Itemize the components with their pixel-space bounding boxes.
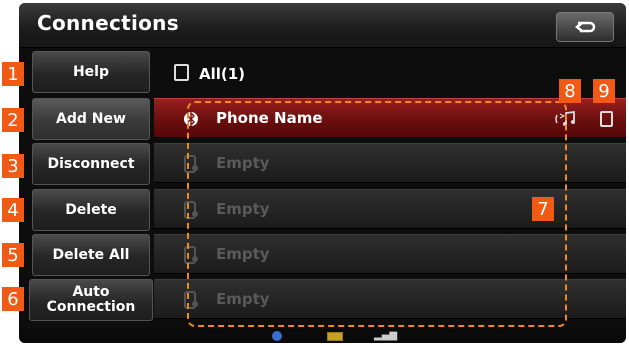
bluetooth-status-icon (272, 331, 282, 341)
callout-3: 3 (2, 154, 24, 178)
callout-4: 4 (2, 198, 24, 222)
device-list-outline (187, 101, 567, 327)
battery-icon (327, 332, 343, 341)
disconnect-button[interactable]: Disconnect (32, 143, 150, 185)
callout-8: 8 (559, 79, 581, 103)
callout-5: 5 (2, 243, 24, 267)
callout-7: 7 (532, 197, 554, 221)
title-bar: Connections (19, 3, 626, 48)
add-new-button[interactable]: Add New (32, 98, 150, 140)
callout-2: 2 (2, 108, 24, 132)
status-bar: ▂▄▆ (19, 329, 626, 343)
select-all-row[interactable]: All(1) (174, 64, 245, 83)
connections-screen: Connections Help Add New Disconnect Dele… (19, 3, 626, 343)
signal-strength-icon: ▂▄▆ (374, 330, 398, 341)
back-button[interactable] (556, 12, 614, 42)
back-arrow-icon (574, 21, 596, 33)
page-title: Connections (37, 11, 179, 35)
auto-connection-button[interactable]: Auto Connection (29, 279, 153, 321)
callout-1: 1 (2, 62, 24, 86)
phone-icon (174, 64, 189, 81)
handsfree-phone-icon (600, 111, 613, 127)
callout-9: 9 (593, 79, 615, 103)
delete-all-button[interactable]: Delete All (32, 234, 150, 276)
help-button[interactable]: Help (32, 51, 150, 93)
callout-6: 6 (2, 287, 24, 311)
delete-button[interactable]: Delete (32, 189, 150, 231)
